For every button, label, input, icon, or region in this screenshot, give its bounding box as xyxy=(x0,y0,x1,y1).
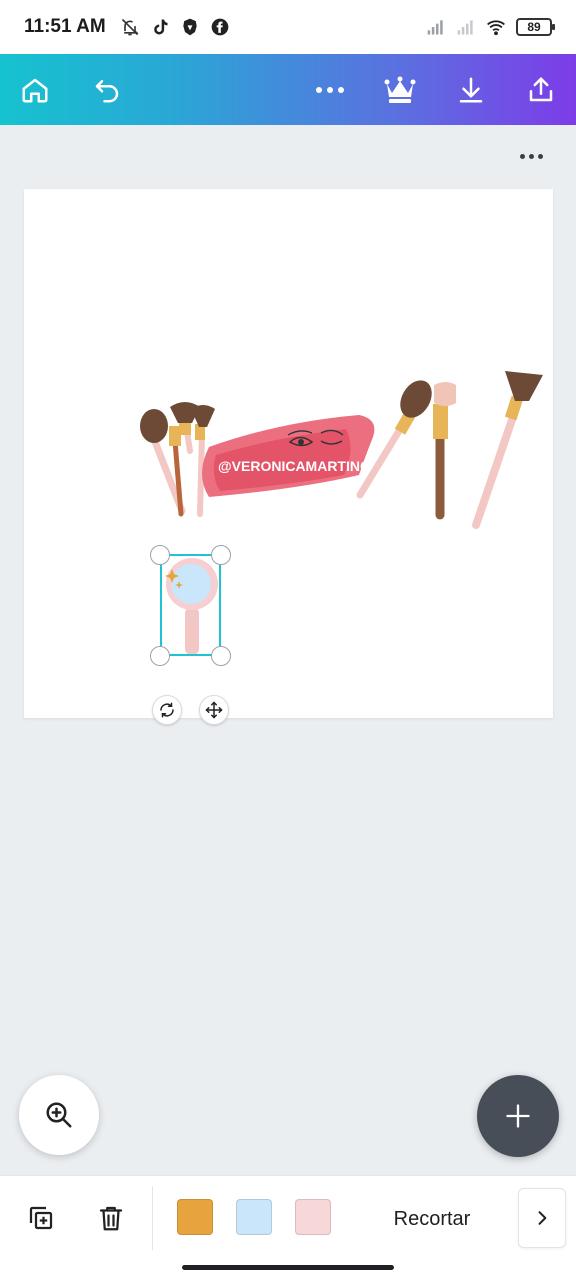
facebook-icon xyxy=(211,18,229,36)
editor-toolbar xyxy=(0,54,576,125)
home-indicator xyxy=(182,1265,394,1270)
duplicate-icon xyxy=(29,1206,53,1230)
more-tools-button[interactable] xyxy=(518,1188,566,1248)
makeup-brushes-graphic[interactable]: @VERONICAMARTINC xyxy=(24,189,553,718)
page-options-button[interactable] xyxy=(516,146,546,166)
duplicate-button[interactable] xyxy=(21,1198,61,1238)
svg-text:@VERONICAMARTINC: @VERONICAMARTINC xyxy=(218,458,370,474)
crop-button[interactable]: Recortar xyxy=(380,1204,484,1234)
pink-paint-stroke: @VERONICAMARTINC xyxy=(202,415,375,497)
divider xyxy=(152,1186,153,1250)
status-bar: 11:51 AM 89 xyxy=(0,0,576,54)
home-button[interactable] xyxy=(13,68,57,112)
premium-button[interactable] xyxy=(378,68,422,112)
dot xyxy=(519,153,525,159)
color-swatch-light-pink[interactable] xyxy=(295,1199,331,1235)
more-icon xyxy=(316,87,344,93)
delete-button[interactable] xyxy=(91,1198,131,1238)
plus-icon xyxy=(506,1104,530,1128)
zoom-in-icon xyxy=(46,1102,72,1128)
move-icon xyxy=(205,701,223,719)
share-button[interactable] xyxy=(519,68,563,112)
undo-icon xyxy=(95,80,119,103)
download-button[interactable] xyxy=(449,68,493,112)
battery-icon: 89 xyxy=(516,18,555,36)
color-swatch-orange[interactable] xyxy=(177,1199,213,1235)
resize-handle-top-left[interactable] xyxy=(150,545,170,565)
download-icon xyxy=(459,77,483,103)
wifi-icon xyxy=(487,20,505,36)
move-button[interactable] xyxy=(199,695,229,725)
dot xyxy=(528,153,534,159)
brave-icon xyxy=(183,18,197,36)
left-brush-group xyxy=(140,402,215,517)
trash-icon xyxy=(99,1206,123,1231)
crown-icon xyxy=(384,76,416,103)
dot xyxy=(537,153,543,159)
undo-button[interactable] xyxy=(85,68,129,112)
design-page[interactable]: @VERONICAMARTINC xyxy=(24,189,553,718)
share-icon xyxy=(529,77,553,102)
status-icons-left xyxy=(120,17,230,37)
bell-off-icon xyxy=(121,18,139,36)
rotate-icon xyxy=(160,702,174,718)
resize-handle-bottom-right[interactable] xyxy=(211,646,231,666)
status-icons-right: 89 xyxy=(426,17,555,37)
add-element-button[interactable] xyxy=(477,1075,559,1157)
right-brush-group xyxy=(356,371,543,529)
rotate-button[interactable] xyxy=(152,695,182,725)
signal-icon xyxy=(457,20,473,35)
chevron-right-icon xyxy=(538,1211,547,1225)
status-time: 11:51 AM xyxy=(24,16,106,37)
resize-handle-bottom-left[interactable] xyxy=(150,646,170,666)
tiktok-icon xyxy=(153,19,168,35)
resize-handle-top-right[interactable] xyxy=(211,545,231,565)
home-icon xyxy=(22,78,48,103)
signal-icon xyxy=(427,20,443,35)
zoom-button[interactable] xyxy=(19,1075,99,1155)
selection-frame[interactable] xyxy=(160,554,221,656)
color-swatch-light-blue[interactable] xyxy=(236,1199,272,1235)
more-options-button[interactable] xyxy=(308,68,352,112)
